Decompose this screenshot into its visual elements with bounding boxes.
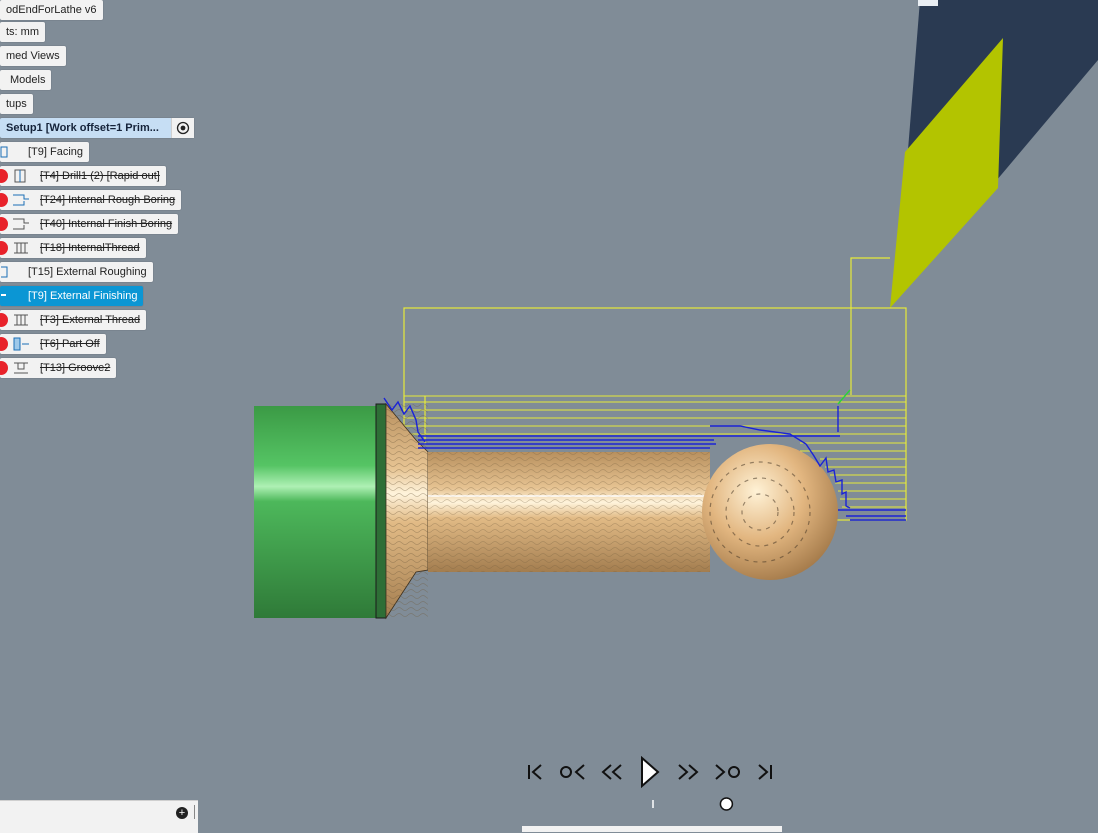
stock-body — [254, 406, 386, 618]
boring-icon — [12, 193, 30, 207]
suppressed-dot — [0, 169, 8, 183]
slider-thumb[interactable] — [719, 797, 734, 811]
op-drill[interactable]: [T4] Drill1 (2) [Rapid out] — [0, 166, 166, 186]
browser-named-views[interactable]: med Views — [0, 46, 66, 66]
facing-icon — [0, 145, 18, 159]
browser-models[interactable]: Models — [0, 70, 52, 90]
suppressed-dot — [0, 217, 8, 231]
op-internal-finish-boring[interactable]: [T40] Internal Finish Boring — [0, 214, 179, 234]
go-to-start-button[interactable] — [520, 757, 550, 787]
op-external-roughing[interactable]: [T15] External Roughing — [0, 262, 153, 282]
viewport-toolbar-edge — [522, 826, 782, 832]
previous-operation-icon — [560, 764, 585, 780]
op-groove[interactable]: [T13] Groove2 — [0, 358, 117, 378]
op-external-thread[interactable]: [T3] External Thread — [0, 310, 147, 330]
part-off-icon — [12, 337, 30, 351]
thread-icon — [12, 313, 30, 327]
suppressed-dot — [0, 241, 8, 255]
op-internal-thread[interactable]: [T18] InternalThread — [0, 238, 146, 258]
previous-operation-button[interactable] — [558, 757, 588, 787]
suppressed-dot — [0, 193, 8, 207]
simulation-timeline-slider[interactable] — [500, 796, 806, 812]
finishing-icon — [0, 289, 18, 303]
play-icon — [640, 756, 660, 788]
skip-end-icon — [758, 764, 772, 780]
suppressed-dot — [0, 337, 8, 351]
op-internal-rough-boring[interactable]: [T24] Internal Rough Boring — [0, 190, 182, 210]
op-external-finishing[interactable]: [T9] External Finishing — [0, 286, 144, 306]
setup1-node[interactable]: Setup1 [Work offset=1 Prim... — [0, 118, 194, 138]
suppressed-dot — [0, 361, 8, 375]
tool-holder-edge — [918, 0, 938, 6]
next-operation-button[interactable] — [712, 757, 742, 787]
browser-units[interactable]: ts: mm — [0, 22, 45, 42]
play-button[interactable] — [635, 756, 665, 788]
step-back-button[interactable] — [597, 757, 627, 787]
part-ball — [702, 444, 838, 580]
suppressed-dot — [0, 313, 8, 327]
browser-footer: + — [0, 800, 198, 833]
roughing-icon — [0, 265, 18, 279]
fast-forward-icon — [678, 764, 699, 780]
browser-setups[interactable]: tups — [0, 94, 33, 114]
step-forward-button[interactable] — [673, 757, 703, 787]
go-to-end-button[interactable] — [750, 757, 780, 787]
drill-icon — [12, 169, 30, 183]
activate-setup-icon[interactable] — [171, 118, 194, 138]
thread-icon — [12, 241, 30, 255]
op-facing[interactable]: [T9] Facing — [0, 142, 90, 162]
add-icon[interactable]: + — [176, 807, 188, 819]
rewind-icon — [601, 764, 622, 780]
groove-icon — [12, 361, 30, 375]
op-part-off[interactable]: [T6] Part Off — [0, 334, 106, 354]
next-operation-icon — [714, 764, 740, 780]
finish-boring-icon — [12, 217, 30, 231]
browser-document-title[interactable]: odEndForLathe v6 — [0, 0, 103, 20]
panel-divider — [194, 805, 195, 819]
skip-start-icon — [528, 764, 542, 780]
simulation-playback-controls — [520, 754, 780, 790]
